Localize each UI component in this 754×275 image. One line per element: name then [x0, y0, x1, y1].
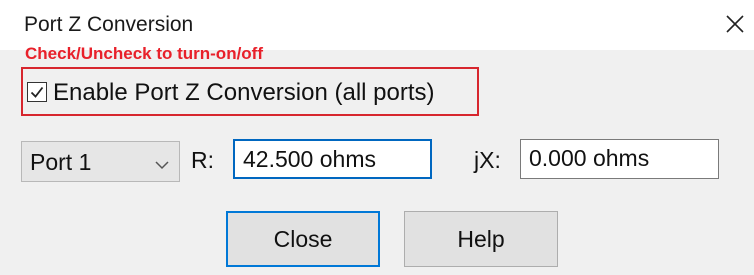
resistance-input[interactable]: 42.500 ohms	[233, 139, 432, 179]
help-button[interactable]: Help	[404, 211, 558, 267]
port-select[interactable]: Port 1	[21, 141, 180, 182]
window-title: Port Z Conversion	[24, 13, 194, 36]
reactance-input[interactable]: 0.000 ohms	[520, 139, 719, 179]
title-bar: Port Z Conversion	[0, 0, 754, 50]
chevron-down-icon	[155, 157, 169, 175]
port-select-value: Port 1	[30, 149, 92, 175]
close-button[interactable]: Close	[226, 211, 380, 267]
annotation-text: Check/Uncheck to turn-on/off	[25, 44, 264, 63]
enable-conversion-checkbox[interactable]	[27, 82, 47, 102]
close-icon[interactable]	[722, 11, 748, 37]
resistance-label: R:	[191, 147, 214, 173]
enable-conversion-label[interactable]: Enable Port Z Conversion (all ports)	[53, 79, 435, 107]
checkmark-icon	[30, 86, 44, 98]
reactance-label: jX:	[474, 147, 501, 173]
